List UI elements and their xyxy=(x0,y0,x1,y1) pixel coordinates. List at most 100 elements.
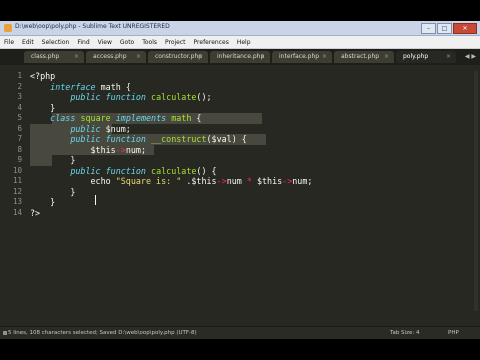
code-token: math xyxy=(171,113,192,123)
code-token: implements xyxy=(115,113,167,123)
code-token: public xyxy=(30,92,101,102)
close-tab-icon[interactable]: × xyxy=(198,51,203,63)
tab-label: poly.php xyxy=(403,53,429,60)
close-tab-icon[interactable]: × xyxy=(260,51,265,63)
menu-view[interactable]: View xyxy=(94,39,116,46)
tab-label: class.php xyxy=(31,53,60,60)
close-tab-icon[interactable]: × xyxy=(322,51,327,63)
tab-label: interface.php xyxy=(279,53,320,60)
tab-poly-php[interactable]: poly.php × xyxy=(396,51,456,63)
tab-label: access.php xyxy=(93,53,127,60)
tab-interface-php[interactable]: interface.php × xyxy=(272,51,332,63)
code-token: (); xyxy=(196,92,212,102)
line-number: 13 xyxy=(12,197,22,206)
line-number: 5 xyxy=(17,113,22,122)
code-line: public $num; xyxy=(30,124,131,135)
code-line: ?> xyxy=(30,208,40,219)
close-tab-icon[interactable]: × xyxy=(136,51,141,63)
code-token: function xyxy=(105,134,146,144)
tab-label: abstract.php xyxy=(341,53,380,60)
status-indicator-icon xyxy=(3,331,7,335)
close-tab-icon[interactable]: × xyxy=(446,51,451,63)
code-token: -> xyxy=(115,144,126,155)
code-line: } xyxy=(30,187,75,198)
code-editor[interactable]: <?php interface math { public function c… xyxy=(30,71,470,276)
code-token: public xyxy=(30,123,101,134)
status-message: 5 lines, 108 characters selected; Saved … xyxy=(8,330,197,336)
tab-constructor-php[interactable]: constructor.php × xyxy=(148,51,208,63)
code-token: } xyxy=(30,197,56,207)
window-controls: – □ ✕ xyxy=(421,23,477,34)
tab-access-php[interactable]: access.php × xyxy=(86,51,146,63)
code-token: } xyxy=(30,155,76,165)
line-number: 3 xyxy=(17,92,22,101)
code-token: __construct xyxy=(151,134,207,144)
menu-edit[interactable]: Edit xyxy=(18,39,38,46)
line-number: 12 xyxy=(12,186,22,196)
code-token: . xyxy=(181,176,192,186)
minimize-button[interactable]: – xyxy=(421,23,436,34)
line-number-gutter: 1 2 3 4 5 6 7 8 9 10 11 12 13 14 xyxy=(0,71,24,276)
code-token: function xyxy=(105,92,146,102)
code-token: public xyxy=(30,134,101,144)
tab-label: inheritance.php xyxy=(217,53,265,60)
close-button[interactable]: ✕ xyxy=(453,23,477,34)
tab-class-php[interactable]: class.php × xyxy=(24,51,84,63)
line-number: 11 xyxy=(12,176,22,185)
code-token: calculate xyxy=(151,92,197,102)
app-icon xyxy=(4,24,12,32)
syntax-indicator[interactable]: PHP xyxy=(448,330,459,336)
code-line: } xyxy=(30,103,55,114)
menu-preferences[interactable]: Preferences xyxy=(190,39,233,46)
tab-bar: class.php × access.php × constructor.php… xyxy=(0,49,480,65)
code-token: <?php xyxy=(30,71,56,81)
code-line: public function __construct($val) { xyxy=(30,134,247,145)
tab-size-indicator[interactable]: Tab Size: 4 xyxy=(390,330,419,336)
menu-help[interactable]: Help xyxy=(233,39,255,46)
menu-file[interactable]: File xyxy=(0,39,18,46)
code-token: num; xyxy=(125,144,146,155)
line-number: 2 xyxy=(17,81,22,91)
close-tab-icon[interactable]: × xyxy=(74,51,79,63)
line-number: 6 xyxy=(17,123,22,133)
window-title: D:\web\oop\poly.php - Sublime Text UNREG… xyxy=(15,23,170,30)
tab-scroll-arrows-icon[interactable]: ◀ ▶ xyxy=(465,53,476,60)
scrollbar-thumb[interactable] xyxy=(474,71,478,311)
menu-find[interactable]: Find xyxy=(73,39,93,46)
code-token: "Square is: " xyxy=(115,176,182,186)
line-number: 1 xyxy=(17,71,22,80)
menu-tools[interactable]: Tools xyxy=(138,39,161,46)
sublime-text-window: D:\web\oop\poly.php - Sublime Text UNREG… xyxy=(0,21,480,339)
menu-selection[interactable]: Selection xyxy=(38,39,74,46)
text-cursor xyxy=(95,195,96,205)
close-tab-icon[interactable]: × xyxy=(384,51,389,63)
code-token: -> xyxy=(216,176,227,186)
code-token: ?> xyxy=(30,207,41,218)
code-token: interface xyxy=(30,81,96,92)
code-token: $this xyxy=(251,176,283,186)
code-line: public function calculate() { xyxy=(30,166,216,177)
code-token: class xyxy=(30,113,76,123)
code-line: } xyxy=(30,197,55,208)
line-number: 9 xyxy=(17,155,22,164)
menu-project[interactable]: Project xyxy=(161,39,190,46)
line-number: 7 xyxy=(17,134,22,143)
code-token: num xyxy=(226,176,247,186)
code-line: class square implements math { xyxy=(30,113,201,124)
code-token: $num; xyxy=(100,123,131,134)
code-token: ($val) { xyxy=(206,134,247,144)
tab-inheritance-php[interactable]: inheritance.php × xyxy=(210,51,270,63)
code-token: $this xyxy=(191,176,217,186)
code-line: public function calculate(); xyxy=(30,92,212,103)
status-bar: 5 lines, 108 characters selected; Saved … xyxy=(0,326,480,339)
title-bar: D:\web\oop\poly.php - Sublime Text UNREG… xyxy=(0,21,480,36)
menu-goto[interactable]: Goto xyxy=(116,39,138,46)
code-token: $this xyxy=(30,144,116,155)
code-line: <?php xyxy=(30,71,55,82)
tab-abstract-php[interactable]: abstract.php × xyxy=(334,51,394,63)
vertical-scrollbar[interactable] xyxy=(472,71,480,311)
maximize-button[interactable]: □ xyxy=(437,23,452,34)
menu-bar: File Edit Selection Find View Goto Tools… xyxy=(0,36,480,49)
code-line: $this->num; xyxy=(30,145,146,156)
code-token: -> xyxy=(282,176,293,186)
